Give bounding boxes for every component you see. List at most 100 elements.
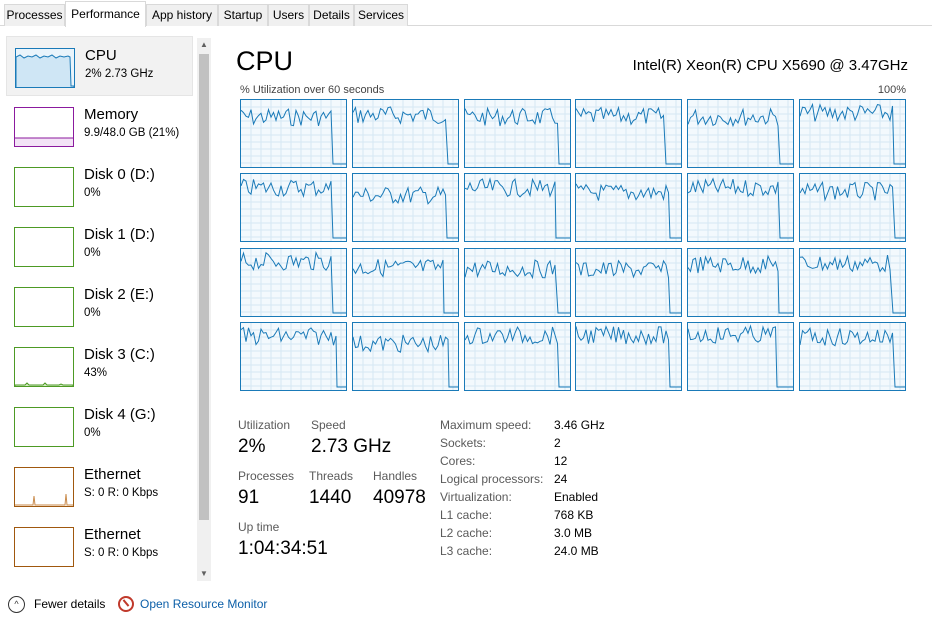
info-key: Sockets: — [440, 436, 487, 450]
cpu-thumbnail-graph — [15, 48, 75, 88]
logical-processor-graph — [799, 248, 906, 317]
speed-value: 2.73 GHz — [311, 436, 392, 457]
sidebar-item-value: 0% — [84, 427, 101, 439]
sidebar-item-value: 0% — [84, 307, 101, 319]
logical-processor-graph — [687, 248, 794, 317]
fewer-details-button[interactable]: Fewer details — [34, 597, 105, 612]
logical-processor-graph — [352, 173, 459, 242]
handles-value: 40978 — [373, 487, 426, 508]
uptime-value: 1:04:34:51 — [238, 538, 328, 559]
sidebar-item-cpu[interactable]: CPU 2% 2.73 GHz — [6, 36, 193, 96]
resource-monitor-icon[interactable] — [118, 596, 134, 612]
sidebar-item-label: Disk 4 (G:) — [84, 406, 156, 423]
logical-processor-graph — [687, 99, 794, 168]
info-key: Maximum speed: — [440, 418, 532, 432]
graph-max-label: 100% — [877, 84, 906, 96]
logical-processor-graph — [464, 248, 571, 317]
logical-processor-graph — [575, 248, 682, 317]
sidebar-item-ethernet-2[interactable]: Ethernet S: 0 R: 0 Kbps — [6, 516, 193, 576]
logical-processor-graph — [464, 99, 571, 168]
threads-value: 1440 — [309, 487, 352, 508]
sidebar-item-ethernet-1[interactable]: Ethernet S: 0 R: 0 Kbps — [6, 456, 193, 516]
sidebar-item-label: Memory — [84, 106, 139, 123]
chevron-up-icon[interactable]: ^ — [8, 596, 25, 613]
info-key: L2 cache: — [440, 526, 493, 540]
logical-processor-graph — [575, 322, 682, 391]
tab-users[interactable]: Users — [268, 4, 309, 26]
sidebar-item-label: Disk 0 (D:) — [84, 166, 155, 183]
threads-label: Threads — [309, 469, 354, 483]
scroll-thumb[interactable] — [199, 54, 209, 520]
open-resource-monitor-link[interactable]: Open Resource Monitor — [140, 597, 267, 612]
info-value: Enabled — [554, 490, 599, 504]
disk-thumbnail-graph — [14, 227, 74, 267]
logical-processor-graph — [687, 173, 794, 242]
sidebar-item-value: 9.9/48.0 GB (21%) — [84, 127, 180, 139]
logical-processor-graph — [464, 173, 571, 242]
handles-label: Handles — [373, 469, 418, 483]
info-key: Virtualization: — [440, 490, 512, 504]
sidebar-item-label: Disk 1 (D:) — [84, 226, 155, 243]
disk-thumbnail-graph — [14, 167, 74, 207]
logical-processor-graph — [799, 173, 906, 242]
graph-caption: % Utilization over 60 seconds — [240, 84, 385, 96]
logical-processor-graph — [240, 248, 347, 317]
sidebar-item-memory[interactable]: Memory 9.9/48.0 GB (21%) — [6, 96, 193, 156]
logical-processor-graph — [464, 322, 571, 391]
sidebar-item-label: Ethernet — [84, 526, 141, 543]
uptime-label: Up time — [238, 520, 280, 534]
sidebar-item-label: CPU — [85, 47, 117, 64]
processes-value: 91 — [238, 487, 260, 508]
sidebar-item-disk-2[interactable]: Disk 2 (E:) 0% — [6, 276, 193, 336]
memory-thumbnail-graph — [14, 107, 74, 147]
logical-processor-graph — [352, 322, 459, 391]
logical-processor-graph — [240, 173, 347, 242]
info-key: Cores: — [440, 454, 476, 468]
disk-thumbnail-graph — [14, 287, 74, 327]
sidebar-item-disk-1[interactable]: Disk 1 (D:) 0% — [6, 216, 193, 276]
sidebar-item-disk-4[interactable]: Disk 4 (G:) 0% — [6, 396, 193, 456]
resource-sidebar: CPU 2% 2.73 GHz Memory 9.9/48.0 GB (21%)… — [0, 34, 213, 584]
scroll-down-arrow-icon[interactable]: ▼ — [197, 567, 211, 581]
info-value: 24 — [554, 472, 568, 486]
logical-processor-graph — [575, 99, 682, 168]
sidebar-item-value: S: 0 R: 0 Kbps — [84, 547, 159, 559]
disk-thumbnail-graph — [14, 407, 74, 447]
sidebar-item-label: Disk 2 (E:) — [84, 286, 155, 303]
page-title: CPU — [236, 46, 294, 76]
processes-label: Processes — [238, 469, 295, 483]
sidebar-item-label: Ethernet — [84, 466, 141, 483]
sidebar-item-value: 0% — [84, 187, 101, 199]
logical-processor-graph — [799, 99, 906, 168]
tab-app-history[interactable]: App history — [146, 4, 218, 26]
logical-processor-graph — [240, 322, 347, 391]
tab-services[interactable]: Services — [354, 4, 408, 26]
info-key: L1 cache: — [440, 508, 493, 522]
tab-details[interactable]: Details — [309, 4, 354, 26]
tab-startup[interactable]: Startup — [218, 4, 268, 26]
info-key: L3 cache: — [440, 544, 493, 558]
sidebar-item-disk-0[interactable]: Disk 0 (D:) 0% — [6, 156, 193, 216]
ethernet-thumbnail-graph — [14, 467, 74, 507]
logical-processor-graph — [687, 322, 794, 391]
info-value: 2 — [554, 436, 561, 450]
sidebar-scrollbar[interactable]: ▲ ▼ — [197, 38, 211, 581]
tab-bar: Processes Performance App history Startu… — [0, 0, 932, 27]
sidebar-item-label: Disk 3 (C:) — [84, 346, 155, 363]
info-value: 12 — [554, 454, 568, 468]
info-value: 3.46 GHz — [554, 418, 605, 432]
sidebar-item-value: 2% 2.73 GHz — [85, 68, 154, 80]
logical-processor-graph — [352, 99, 459, 168]
logical-processor-graph — [575, 173, 682, 242]
tab-performance[interactable]: Performance — [65, 1, 146, 27]
footer-bar: ^ Fewer details Open Resource Monitor — [0, 589, 932, 629]
scroll-up-arrow-icon[interactable]: ▲ — [197, 38, 211, 52]
sidebar-item-disk-3[interactable]: Disk 3 (C:) 43% — [6, 336, 193, 396]
info-value: 768 KB — [554, 508, 594, 522]
tab-processes[interactable]: Processes — [4, 4, 65, 26]
sidebar-item-value: 43% — [84, 367, 108, 379]
speed-label: Speed — [311, 418, 346, 432]
utilization-label: Utilization — [238, 418, 291, 432]
info-value: 24.0 MB — [554, 544, 599, 558]
ethernet-thumbnail-graph — [14, 527, 74, 567]
